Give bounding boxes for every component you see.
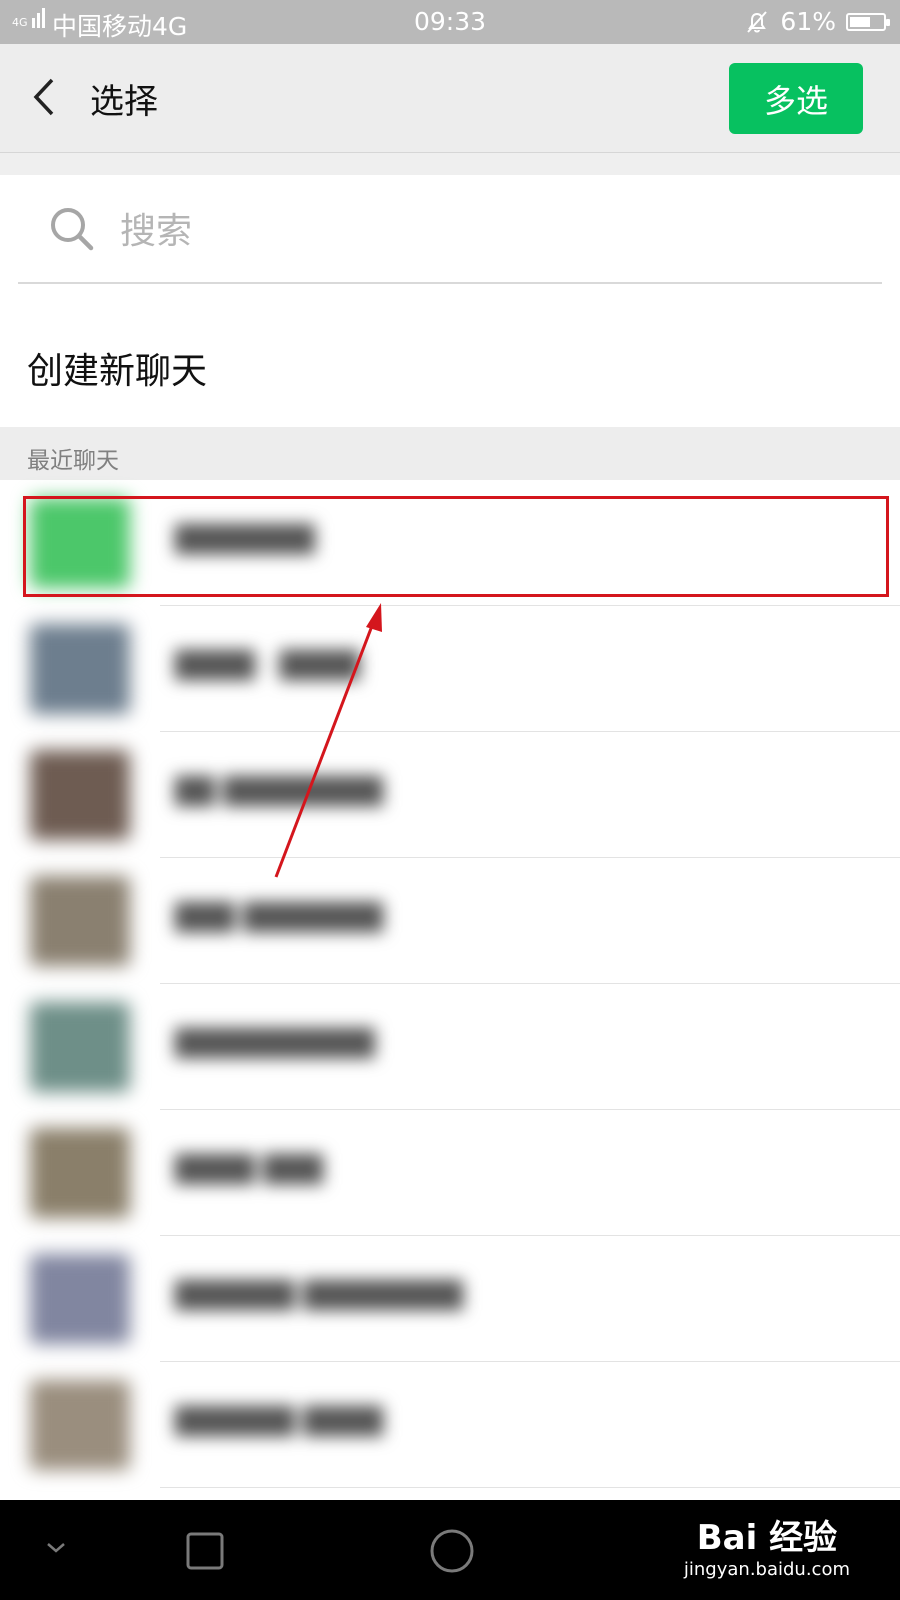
chat-name: ██████ ████████: [175, 1281, 464, 1311]
avatar: [30, 624, 130, 714]
page-title: 选择: [90, 82, 158, 122]
back-arrow-icon: [33, 78, 54, 116]
back-button[interactable]: [22, 72, 72, 122]
divider: [160, 1487, 900, 1488]
chat-name: ██████████: [175, 1029, 375, 1059]
top-bar: 选择 多选: [0, 44, 900, 153]
chat-name: ██ ████████: [175, 777, 384, 807]
avatar: [30, 876, 130, 966]
multi-select-button[interactable]: 多选: [729, 63, 863, 134]
search-bar: [18, 175, 882, 284]
create-new-chat[interactable]: 创建新聊天: [0, 282, 900, 427]
avatar: [30, 750, 130, 840]
battery-percent: 61%: [780, 7, 836, 36]
status-bar: 4G 中国移动4G 09:33 61%: [0, 0, 900, 44]
chat-item[interactable]: ██ ████████: [0, 732, 900, 858]
chat-item[interactable]: ████ ███: [0, 1110, 900, 1236]
create-new-chat-label: 创建新聊天: [27, 351, 208, 392]
chat-item[interactable]: ██████████: [0, 984, 900, 1110]
bell-muted-icon: [747, 10, 768, 33]
chat-item[interactable]: ██████ ████: [0, 1362, 900, 1488]
home-icon[interactable]: [429, 1528, 475, 1574]
chat-name: ███ ███████: [175, 903, 384, 933]
avatar: [30, 1380, 130, 1470]
recent-chats-label: 最近聊天: [27, 448, 119, 474]
chat-item[interactable]: ██████ ████████: [0, 1236, 900, 1362]
watermark-logo: Bai 经验: [696, 1518, 838, 1558]
recent-chat-list: ███████ ████ · ████ ██ ████████ ███ ████…: [0, 480, 900, 1488]
chat-item[interactable]: ████ · ████: [0, 606, 900, 732]
battery-icon: [846, 12, 890, 31]
highlight-box: [23, 496, 889, 597]
search-icon: [51, 208, 94, 251]
chat-name: ██████ ████: [175, 1407, 384, 1437]
chat-name: ████ · ████: [175, 651, 360, 681]
recent-apps-icon[interactable]: [186, 1532, 224, 1570]
chat-item[interactable]: ███ ███████: [0, 858, 900, 984]
avatar: [30, 1128, 130, 1218]
recent-chats-header: 最近聊天: [0, 427, 900, 480]
avatar: [30, 1254, 130, 1344]
watermark-url: jingyan.baidu.com: [683, 1559, 850, 1580]
search-input[interactable]: [118, 205, 822, 257]
avatar: [30, 1002, 130, 1092]
header-separator: [0, 153, 900, 175]
chevron-down-icon[interactable]: [44, 1540, 68, 1556]
system-nav-bar: Bai 经验 jingyan.baidu.com: [0, 1500, 900, 1600]
chat-name: ████ ███: [175, 1155, 324, 1185]
baidu-jingyan-watermark: Bai 经验 jingyan.baidu.com: [684, 1510, 850, 1580]
